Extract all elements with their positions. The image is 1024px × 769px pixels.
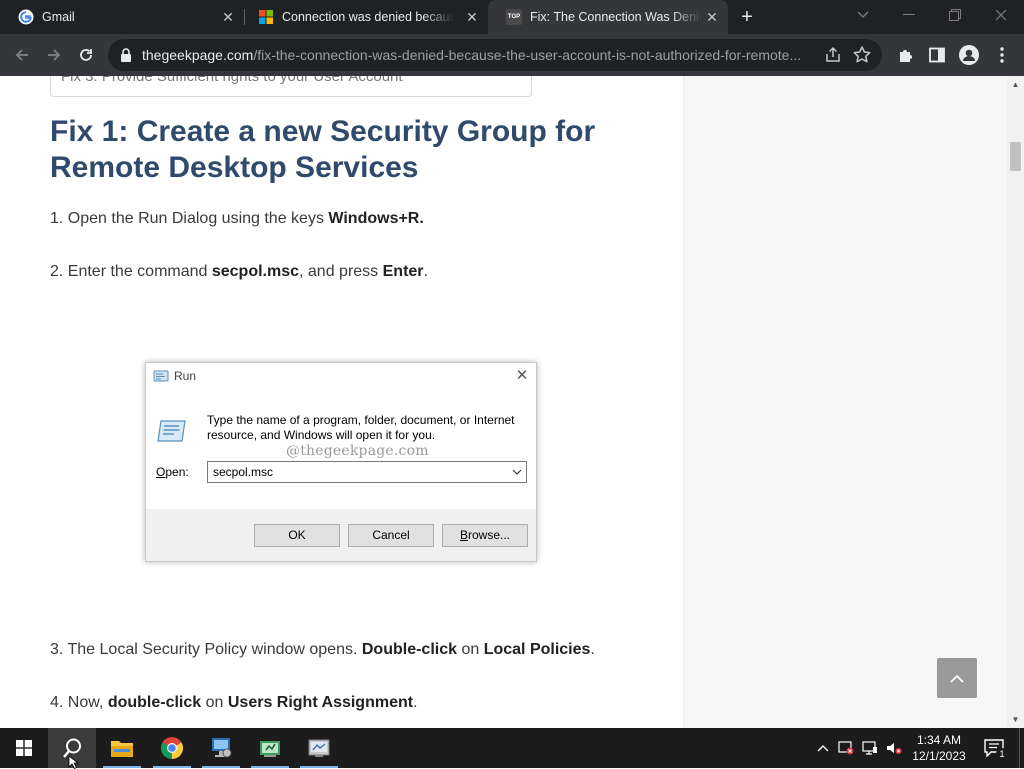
bookmark-star-icon[interactable] [852,45,872,65]
restore-button[interactable] [932,0,978,30]
page-scrollbar[interactable]: ▲ ▼ [1007,76,1024,728]
chrome-icon [161,737,183,759]
tab-fix-connection-denied[interactable]: TGP Fix: The Connection Was Denied ✕ [488,0,728,34]
profile-avatar-icon[interactable] [958,44,980,66]
start-button[interactable] [0,728,48,768]
side-panel-icon[interactable] [926,44,948,66]
close-tab-icon[interactable]: ✕ [464,9,480,25]
remote-desktop-icon [212,738,232,758]
back-button[interactable] [10,43,34,67]
new-tab-button[interactable]: + [737,7,757,27]
file-explorer-button[interactable] [98,728,146,768]
tab-title: Connection was denied because [282,10,454,24]
share-icon[interactable] [824,46,842,64]
web-page: Fix 3: Provide Sufficient rights to your… [0,76,1024,728]
tab-search-icon[interactable] [840,0,886,30]
system-app-icon [308,739,330,757]
watermark: @thegeekpage.com [286,443,429,459]
system-clock[interactable]: 1:34 AM 12/1/2023 [906,732,972,764]
clock-date: 12/1/2023 [912,749,966,763]
tab-gmail[interactable]: Gmail ✕ [0,0,244,34]
menu-kebab-icon[interactable] [991,44,1013,66]
back-to-top-button[interactable] [937,658,977,698]
run-icon [153,370,169,382]
step-4: 4. Now, double-click on Users Right Assi… [50,694,418,711]
windows-taskbar: 1:34 AM 12/1/2023 1 [0,728,1024,769]
system-app-button[interactable] [295,728,343,768]
back-arrow-icon [15,49,28,61]
open-combobox: secpol.msc [207,461,527,483]
show-desktop-button[interactable] [1019,728,1024,768]
tab-title: Gmail [42,10,75,24]
run-app-icon [157,420,186,442]
forward-button[interactable] [42,43,66,67]
run-dialog-title: Run [174,369,197,383]
run-dialog-image: Run ✕ Type the name of a program, folder… [145,362,537,562]
url-text: thegeekpage.com/fix-the-connection-was-d… [142,47,802,63]
chrome-button[interactable] [148,728,196,768]
toc-item[interactable]: Fix 3: Provide Sufficient rights to your… [61,76,403,85]
scroll-up-arrow-icon[interactable]: ▲ [1011,80,1020,89]
mouse-cursor-icon [68,755,80,769]
close-tab-icon[interactable]: ✕ [704,9,720,25]
reload-icon [80,49,92,61]
close-tab-icon[interactable]: ✕ [220,9,236,25]
browser-toolbar: thegeekpage.com/fix-the-connection-was-d… [0,34,1024,76]
scrollbar-thumb[interactable] [1010,142,1021,171]
volume-muted-icon[interactable] [886,740,902,756]
show-hidden-icons-chevron-icon[interactable] [815,740,831,756]
clock-time: 1:34 AM [916,733,962,747]
step-1: 1. Open the Run Dialog using the keys Wi… [50,210,424,227]
tab-strip: Gmail ✕ Connection was denied because ✕ … [0,0,1024,34]
cancel-button: Cancel [348,524,434,547]
tgp-icon: TGP [506,9,522,25]
network-tray-icon[interactable] [862,740,878,756]
lock-icon [121,48,131,62]
scroll-down-arrow-icon[interactable]: ▼ [1011,715,1020,724]
article-heading: Fix 1: Create a new Security Group for R… [50,115,596,184]
tab-title: Fix: The Connection Was Denied [530,10,702,24]
security-tray-icon[interactable] [838,740,854,756]
chevron-down-icon [512,469,522,475]
extensions-puzzle-icon[interactable] [895,44,917,66]
windows-start-icon [16,740,32,756]
run-description: Type the name of a program, folder, docu… [207,413,515,442]
chevron-up-icon [950,674,964,683]
run-dialog-body: Type the name of a program, folder, docu… [146,389,536,509]
ok-button: OK [254,524,340,547]
remote-desktop-button[interactable] [197,728,245,768]
monitor-app-button[interactable] [246,728,294,768]
step-2: 2. Enter the command secpol.msc, and pre… [50,263,428,280]
step-3: 3. The Local Security Policy window open… [50,641,595,658]
run-close-icon: ✕ [515,367,529,384]
notification-center-button[interactable]: 1 [984,739,1008,760]
folder-icon [111,741,133,757]
tab-connection-denied[interactable]: Connection was denied because ✕ [240,0,488,34]
minimize-button[interactable] [886,0,932,30]
table-of-contents: Fix 3: Provide Sufficient rights to your… [50,76,532,97]
reload-button[interactable] [74,43,98,67]
open-label: Open: [156,465,189,479]
microsoft-icon [258,9,274,25]
forward-arrow-icon [48,49,61,61]
browse-button: Browse... [442,524,528,547]
open-value: secpol.msc [213,465,274,479]
address-bar[interactable]: thegeekpage.com/fix-the-connection-was-d… [108,39,882,71]
google-icon [18,9,34,25]
page-sidebar [683,76,1007,728]
notification-count-badge: 1 [996,748,1008,760]
monitor-app-icon [260,741,280,757]
run-dialog-titlebar: Run ✕ [146,363,536,389]
search-button[interactable] [48,728,96,769]
close-window-button[interactable] [978,0,1024,30]
